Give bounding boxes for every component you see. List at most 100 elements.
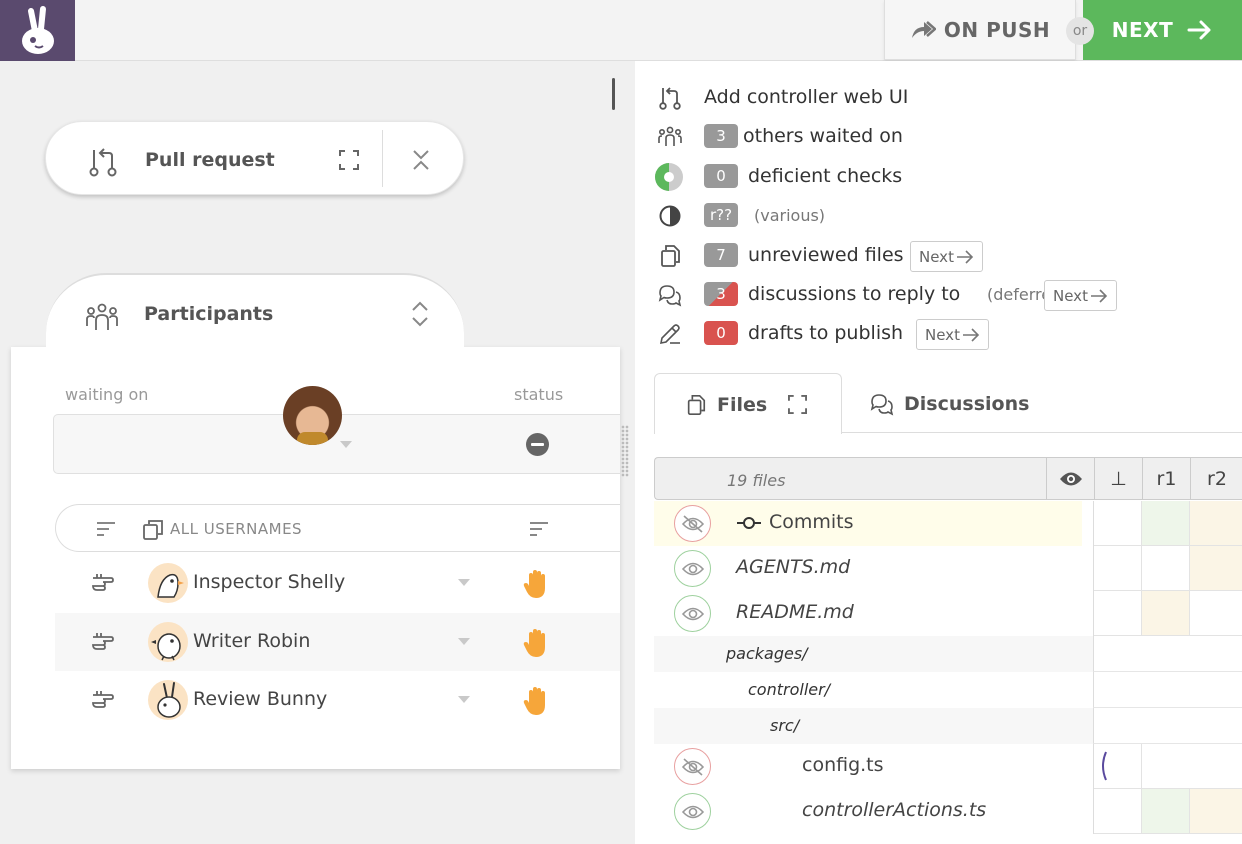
eye-slash-icon[interactable] (674, 505, 711, 542)
arrow-right-icon (962, 327, 980, 342)
pr-title: Add controller web UI (704, 86, 909, 108)
participant-name: Writer Robin (193, 630, 311, 652)
diff-bracket-icon (1102, 751, 1107, 781)
pull-request-title: Pull request (145, 149, 275, 171)
discussions-icon (658, 285, 682, 307)
sort-icon[interactable] (96, 521, 116, 537)
sort-icon[interactable] (529, 521, 549, 537)
on-push-button[interactable]: ON PUSH (884, 0, 1076, 60)
visibility-column-header[interactable] (1046, 458, 1094, 499)
directory-row[interactable]: packages/ (654, 636, 1242, 672)
tab-files-label: Files (717, 394, 768, 416)
file-row[interactable]: README.md (654, 591, 1242, 636)
directory-row[interactable]: controller/ (654, 672, 1242, 708)
file-name: AGENTS.md (736, 556, 851, 578)
discussions-icon (870, 394, 894, 416)
file-name: config.ts (802, 754, 884, 776)
files-count: 19 files (727, 471, 786, 490)
chevron-down-icon[interactable] (458, 638, 470, 645)
minus-circle-icon[interactable] (526, 433, 549, 456)
pull-request-icon (89, 148, 117, 177)
revision-column-r2[interactable]: r2 (1190, 458, 1242, 499)
eye-icon[interactable] (674, 595, 711, 632)
review-tabs: Files Discussions (654, 373, 1242, 434)
copy-icon[interactable] (143, 519, 164, 540)
user-avatar (148, 622, 188, 662)
drafts-count-badge: 0 (704, 321, 738, 345)
checks-label: deficient checks (748, 165, 903, 187)
pr-title-line: Add controller web UI (658, 83, 1238, 113)
participant-name: Inspector Shelly (193, 571, 346, 593)
raised-hand-icon[interactable] (523, 569, 551, 599)
others-label: others waited on (743, 125, 903, 147)
pull-request-icon (659, 87, 681, 110)
next-button[interactable]: NEXT (1083, 0, 1242, 60)
directory-name: controller/ (748, 680, 831, 699)
file-row[interactable]: config.ts (654, 744, 1242, 789)
pencil-icon (659, 324, 680, 345)
chevron-down-icon[interactable] (458, 696, 470, 703)
expand-icon[interactable] (788, 395, 807, 414)
participant-row[interactable]: Inspector Shelly (55, 554, 620, 612)
others-count-badge: 3 (704, 124, 738, 148)
base-revision-column[interactable]: ⊥ (1094, 458, 1142, 499)
panel-resize-handle[interactable] (621, 425, 629, 477)
others-waited-line: 3 others waited on (658, 122, 1238, 152)
next-label: Next (919, 247, 954, 266)
file-row[interactable]: AGENTS.md (654, 546, 1242, 591)
all-usernames-label[interactable]: ALL USERNAMES (170, 520, 302, 538)
pointing-hand-icon[interactable] (91, 689, 119, 709)
file-row[interactable]: controllerActions.ts (654, 789, 1242, 834)
pull-request-panel: Pull request (45, 121, 464, 195)
eye-slash-icon[interactable] (674, 748, 711, 785)
raised-hand-icon[interactable] (523, 686, 551, 716)
expand-collapse-icon[interactable] (410, 301, 430, 327)
tab-discussions[interactable]: Discussions (870, 392, 1029, 420)
participants-icon (86, 303, 118, 330)
arrow-right-icon (1090, 288, 1108, 303)
revision-column-r1[interactable]: r1 (1142, 458, 1190, 499)
contrast-icon (659, 205, 681, 227)
expand-icon[interactable] (339, 150, 359, 170)
next-unreviewed-button[interactable]: Next (910, 241, 983, 272)
directory-name: packages/ (726, 644, 808, 663)
checks-count-badge: 0 (704, 164, 738, 188)
participants-icon (658, 126, 682, 146)
collapse-icon[interactable] (411, 149, 431, 171)
revision-badge: r?? (704, 203, 739, 227)
participant-row[interactable]: Review Bunny (55, 671, 620, 729)
scrollbar[interactable] (612, 78, 615, 110)
participant-row[interactable]: Writer Robin (55, 613, 620, 671)
pointing-hand-icon[interactable] (91, 631, 119, 651)
drafts-line: 0 drafts to publish Next (658, 319, 1238, 350)
tab-files[interactable]: Files (654, 373, 842, 434)
chevron-down-icon[interactable] (340, 441, 352, 448)
directory-name: src/ (770, 716, 800, 735)
bunny-logo-icon (21, 5, 54, 54)
file-name: Commits (769, 511, 854, 533)
next-discussion-button[interactable]: Next (1044, 280, 1117, 311)
directory-row[interactable]: src/ (654, 708, 1242, 744)
files-icon (661, 245, 680, 267)
pointing-hand-icon[interactable] (91, 572, 119, 592)
file-row[interactable]: Commits (654, 501, 1242, 546)
checks-line: 0 deficient checks (655, 162, 1238, 192)
chevron-down-icon[interactable] (458, 579, 470, 586)
next-draft-button[interactable]: Next (916, 319, 989, 350)
participants-header[interactable]: Participants (46, 273, 464, 353)
app-logo[interactable] (0, 0, 75, 61)
participants-title: Participants (144, 303, 274, 325)
status-label: status (514, 385, 564, 404)
or-separator: or (1066, 17, 1094, 45)
waiting-on-label: waiting on (65, 385, 149, 404)
eye-icon[interactable] (674, 793, 711, 830)
drafts-label: drafts to publish (748, 322, 904, 344)
discussions-label: discussions to reply to (748, 283, 961, 305)
raised-hand-icon[interactable] (523, 628, 551, 658)
commit-icon (737, 517, 761, 529)
eye-icon[interactable] (674, 550, 711, 587)
eye-icon (1059, 472, 1082, 485)
user-avatar[interactable] (283, 386, 342, 445)
files-table-header: 19 files ⊥ r1 r2 (654, 457, 1242, 500)
discussions-line: 3 discussions to reply to (deferred) Nex… (658, 280, 1238, 311)
